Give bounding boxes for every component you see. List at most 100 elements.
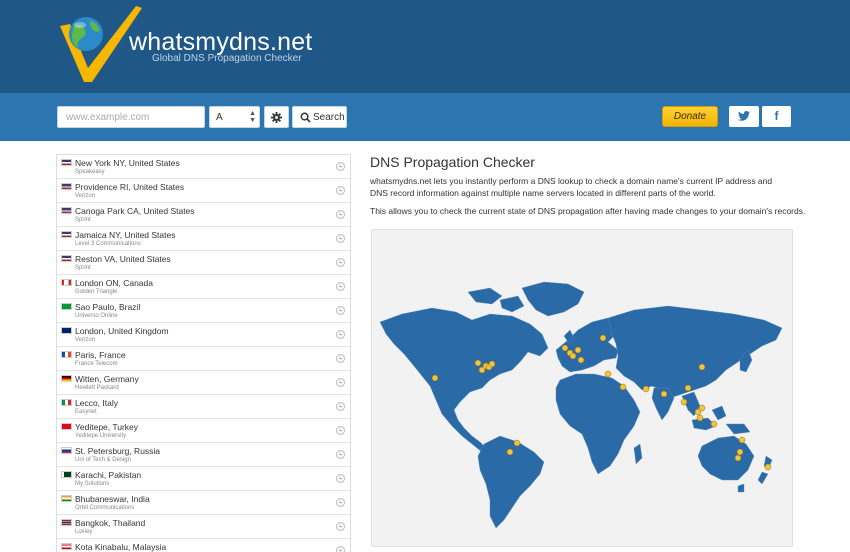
status-pending-icon: + bbox=[336, 330, 345, 339]
status-pending-icon: + bbox=[336, 210, 345, 219]
location-row[interactable]: Canoga Park CA, United States Sprint + bbox=[57, 203, 350, 227]
location-row[interactable]: London ON, Canada Golden Triangle + bbox=[57, 275, 350, 299]
twitter-button[interactable] bbox=[729, 106, 759, 127]
world-map bbox=[371, 229, 793, 547]
status-pending-icon: + bbox=[336, 234, 345, 243]
domain-input[interactable] bbox=[57, 106, 205, 128]
status-pending-icon: + bbox=[336, 474, 345, 483]
status-pending-icon: + bbox=[336, 186, 345, 195]
status-pending-icon: + bbox=[336, 498, 345, 507]
status-pending-icon: + bbox=[336, 522, 345, 531]
location-name: Witten, Germany bbox=[75, 374, 139, 384]
location-isp: Sprint bbox=[75, 265, 91, 271]
flag-icon bbox=[61, 183, 72, 190]
location-row[interactable]: Lecco, Italy Easynet + bbox=[57, 395, 350, 419]
status-pending-icon: + bbox=[336, 546, 345, 552]
location-row[interactable]: Bangkok, Thailand Loxley + bbox=[57, 515, 350, 539]
location-isp: Hewlett Packard bbox=[75, 385, 119, 391]
location-row[interactable]: Sao Paulo, Brazil Universo Online + bbox=[57, 299, 350, 323]
location-row[interactable]: Providence RI, United States Verizon + bbox=[57, 179, 350, 203]
settings-button[interactable] bbox=[264, 106, 289, 128]
location-row[interactable]: New York NY, United States Speakeasy + bbox=[57, 155, 350, 179]
location-name: Bangkok, Thailand bbox=[75, 518, 146, 528]
flag-icon bbox=[61, 519, 72, 526]
location-name: Kota Kinabalu, Malaysia bbox=[75, 542, 167, 552]
gear-icon bbox=[271, 112, 282, 123]
location-name: Providence RI, United States bbox=[75, 182, 185, 192]
donate-button[interactable]: Donate bbox=[662, 106, 718, 127]
location-isp: Loxley bbox=[75, 529, 93, 535]
record-type-select[interactable]: A ▲ ▼ bbox=[209, 106, 260, 128]
location-row[interactable]: Kota Kinabalu, Malaysia + bbox=[57, 539, 350, 552]
flag-icon bbox=[61, 471, 72, 478]
location-isp: Verizon bbox=[75, 337, 96, 343]
location-name: London ON, Canada bbox=[75, 278, 153, 288]
status-pending-icon: + bbox=[336, 354, 345, 363]
location-row[interactable]: Jamaica NY, United States Level 3 Communi… bbox=[57, 227, 350, 251]
location-name: London, United Kingdom bbox=[75, 326, 169, 336]
flag-icon bbox=[61, 207, 72, 214]
flag-icon bbox=[61, 279, 72, 286]
facebook-button[interactable]: f bbox=[762, 106, 791, 127]
location-isp: Sprint bbox=[75, 217, 91, 223]
location-isp: Speakeasy bbox=[75, 169, 105, 175]
site-subtitle: Global DNS Propagation Checker bbox=[152, 53, 302, 64]
status-pending-icon: + bbox=[336, 450, 345, 459]
page-description: whatsmydns.net lets you instantly perfor… bbox=[370, 176, 773, 198]
site-header: whatsmydns.net Global DNS Propagation Ch… bbox=[0, 0, 850, 93]
location-name: Canoga Park CA, United States bbox=[75, 206, 195, 216]
server-location-list: New York NY, United States Speakeasy + Prov… bbox=[56, 154, 351, 552]
location-isp: Uni of Tech & Design bbox=[75, 457, 131, 463]
select-arrows-icon: ▲ ▼ bbox=[249, 110, 256, 124]
world-map-graphic bbox=[379, 281, 783, 529]
location-isp: Level 3 Communications bbox=[75, 241, 141, 247]
location-row[interactable]: Bhubaneswar, India Ortel Communications + bbox=[57, 491, 350, 515]
flag-icon bbox=[61, 255, 72, 262]
location-isp: Golden Triangle bbox=[75, 289, 118, 295]
status-pending-icon: + bbox=[336, 426, 345, 435]
location-isp: France Telecom bbox=[75, 361, 118, 367]
flag-icon bbox=[61, 423, 72, 430]
flag-icon bbox=[61, 159, 72, 166]
location-name: Bhubaneswar, India bbox=[75, 494, 150, 504]
location-isp: Ortel Communications bbox=[75, 505, 135, 511]
location-name: Reston VA, United States bbox=[75, 254, 171, 264]
location-isp: My Solutions bbox=[75, 481, 110, 487]
search-icon bbox=[300, 112, 311, 123]
location-name: Lecco, Italy bbox=[75, 398, 118, 408]
location-name: Jamaica NY, United States bbox=[75, 230, 176, 240]
status-pending-icon: + bbox=[336, 162, 345, 171]
location-row[interactable]: London, United Kingdom Verizon + bbox=[57, 323, 350, 347]
record-type-value: A bbox=[216, 112, 223, 123]
location-isp: Universo Online bbox=[75, 313, 118, 319]
location-name: St. Petersburg, Russia bbox=[75, 446, 161, 456]
location-name: Paris, France bbox=[75, 350, 126, 360]
status-pending-icon: + bbox=[336, 378, 345, 387]
flag-icon bbox=[61, 447, 72, 454]
location-row[interactable]: Yeditepe, Turkey Yeditepe University + bbox=[57, 419, 350, 443]
status-pending-icon: + bbox=[336, 282, 345, 291]
twitter-icon bbox=[738, 111, 750, 121]
location-row[interactable]: Witten, Germany Hewlett Packard + bbox=[57, 371, 350, 395]
flag-icon bbox=[61, 543, 72, 550]
location-row[interactable]: St. Petersburg, Russia Uni of Tech & Desi… bbox=[57, 443, 350, 467]
page-title: DNS Propagation Checker bbox=[370, 154, 535, 170]
location-isp: Yeditepe University bbox=[75, 433, 127, 439]
location-row[interactable]: Paris, France France Telecom + bbox=[57, 347, 350, 371]
flag-icon bbox=[61, 375, 72, 382]
search-button[interactable]: Search bbox=[292, 106, 347, 128]
location-name: Sao Paulo, Brazil bbox=[75, 302, 141, 312]
flag-icon bbox=[61, 399, 72, 406]
location-isp: Easynet bbox=[75, 409, 97, 415]
status-pending-icon: + bbox=[336, 258, 345, 267]
location-row[interactable]: Reston VA, United States Sprint + bbox=[57, 251, 350, 275]
flag-icon bbox=[61, 327, 72, 334]
facebook-icon: f bbox=[774, 109, 779, 123]
location-name: New York NY, United States bbox=[75, 158, 180, 168]
location-isp: Verizon bbox=[75, 193, 96, 199]
flag-icon bbox=[61, 303, 72, 310]
flag-icon bbox=[61, 495, 72, 502]
location-row[interactable]: Karachi, Pakistan My Solutions + bbox=[57, 467, 350, 491]
flag-icon bbox=[61, 351, 72, 358]
status-pending-icon: + bbox=[336, 402, 345, 411]
